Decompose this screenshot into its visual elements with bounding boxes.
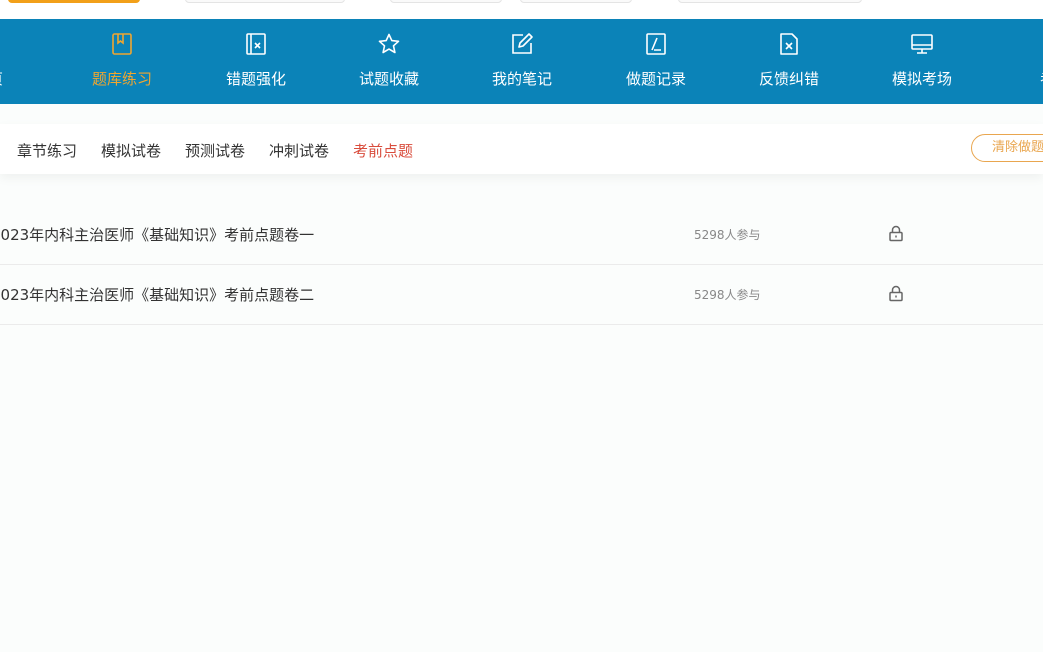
tab-chapter-practice[interactable]: 章节练习 [17,140,77,161]
paper-row[interactable]: 2023年内科主治医师《基础知识》考前点题卷一 5298人参与 [0,204,1043,265]
book-icon [112,33,132,55]
record-icon [646,33,666,55]
nav-item-wrong-questions[interactable]: 错题强化 [201,19,311,104]
monitor-icon [911,34,933,54]
lock-icon [889,225,903,242]
paper-row[interactable]: 2023年内科主治医师《基础知识》考前点题卷二 5298人参与 [0,264,1043,325]
feedback-icon [780,33,798,55]
tab-pre-exam-points[interactable]: 考前点题 [353,140,413,161]
top-button[interactable] [185,0,345,3]
nav-item-label: 考前 [980,68,1043,89]
nav-item-home[interactable]: 首页 [0,19,43,104]
participant-count: 5298人参与 [694,228,761,242]
category-tabs: 章节练习 模拟试卷 预测试卷 冲刺试卷 考前点题 清除做题 [0,124,1043,174]
nav-item-pre-exam[interactable]: 考前 [1000,19,1043,104]
top-strip [0,0,1043,19]
nav-item-question-bank[interactable]: 题库练习 [67,19,177,104]
participant-count: 5298人参与 [694,288,761,302]
paper-title: 2023年内科主治医师《基础知识》考前点题卷一 [0,226,315,244]
nav-item-label: 反馈纠错 [758,70,819,88]
nav-item-label: 错题强化 [225,70,286,88]
nav-item-favorites[interactable]: 试题收藏 [334,19,444,104]
nav-item-feedback[interactable]: 反馈纠错 [734,19,844,104]
paper-title: 2023年内科主治医师《基础知识》考前点题卷二 [0,286,315,304]
nav-item-label: 试题收藏 [358,70,419,88]
nav-item-mock-exam[interactable]: 模拟考场 [867,19,977,104]
tab-sprint-papers[interactable]: 冲刺试卷 [269,140,329,161]
nav-item-label: 做题记录 [625,70,686,88]
top-button[interactable] [520,0,632,3]
nav-item-records[interactable]: 做题记录 [601,19,711,104]
lock-icon [889,285,903,302]
nav-item-label: 我的笔记 [491,70,552,88]
nav-item-label: 模拟考场 [891,70,952,88]
edit-note-icon [512,33,533,54]
main-nav: 首页 题库练习 错题强化 试题收藏 我的笔记 做题记录 [0,19,1043,104]
star-icon [378,33,400,54]
wrong-question-icon [246,33,266,55]
tab-predicted-papers[interactable]: 预测试卷 [185,140,245,161]
top-button-highlighted[interactable] [8,0,140,3]
clear-records-button[interactable]: 清除做题 [971,134,1043,162]
top-button[interactable] [390,0,502,3]
nav-item-label: 题库练习 [91,70,152,88]
top-button[interactable] [678,0,862,3]
nav-item-notes[interactable]: 我的笔记 [467,19,577,104]
tab-mock-papers[interactable]: 模拟试卷 [101,140,161,161]
